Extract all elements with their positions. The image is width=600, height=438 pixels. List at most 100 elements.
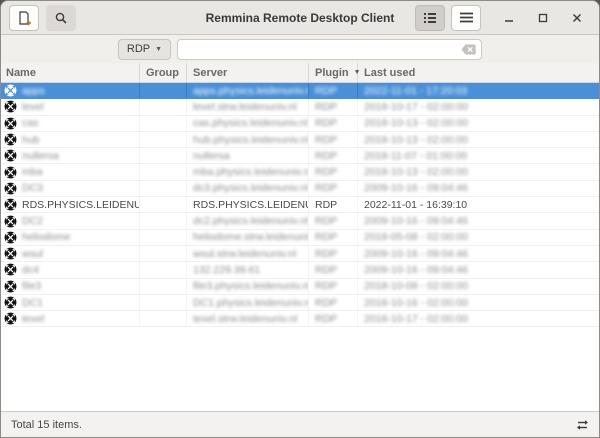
close-button[interactable] <box>563 5 591 31</box>
row-server: mba.physics.leidenuniv.nl <box>193 166 309 178</box>
row-last-used: 2018-10-16 - 02:00:00 <box>364 297 468 309</box>
table-row[interactable]: cas cas.physics.leidenuniv.nl RDP 2018-1… <box>1 116 599 132</box>
search-icon <box>54 11 68 25</box>
row-name: texel <box>22 313 44 325</box>
row-server: cas.physics.leidenuniv.nl <box>193 117 308 129</box>
row-plugin: RDP <box>315 231 337 243</box>
search-input[interactable] <box>183 43 461 55</box>
table-row[interactable]: DC3 dc3.physics.leidenuniv.nl RDP 2009-1… <box>1 181 599 197</box>
headerbar: Remmina Remote Desktop Client <box>1 1 599 35</box>
row-server: RDS.PHYSICS.LEIDENUNIV.NL <box>193 199 309 211</box>
headerbar-left-group <box>9 5 76 31</box>
row-plugin: RDP <box>315 85 337 97</box>
row-server: heliodome.strw.leidenuniv.nl <box>193 231 309 243</box>
row-plugin: RDP <box>315 117 337 129</box>
new-connection-icon <box>16 10 32 26</box>
table-row[interactable]: nullersa nullersa RDP 2018-11-07 - 01:00… <box>1 148 599 164</box>
search-bar: RDP ▼ <box>1 35 599 63</box>
row-last-used: 2018-10-13 - 02:00:00 <box>364 117 468 129</box>
rdp-plugin-icon <box>4 100 17 113</box>
row-plugin: RDP <box>315 150 337 162</box>
row-last-used: 2022-11-01 - 16:39:10 <box>364 199 467 211</box>
search-entry[interactable] <box>177 39 482 60</box>
remmina-window: Remmina Remote Desktop Client <box>0 0 600 438</box>
row-server: wsul.strw.leidenuniv.nl <box>193 248 296 260</box>
row-last-used: 2018-05-08 - 02:00:00 <box>364 231 468 243</box>
column-header-group[interactable]: Group <box>140 63 187 82</box>
row-name: file3 <box>22 280 41 292</box>
rdp-plugin-icon <box>4 280 17 293</box>
row-name: dc4 <box>22 264 39 276</box>
row-plugin: RDP <box>315 134 337 146</box>
row-last-used: 2009-10-16 - 09:04:46 <box>364 264 468 276</box>
row-server: apps.physics.leidenuniv.nl <box>193 85 309 97</box>
row-name: heliodome <box>22 231 70 243</box>
rdp-plugin-icon <box>4 166 17 179</box>
table-row[interactable]: level level.strw.leidenuniv.nl RDP 2018-… <box>1 99 599 115</box>
row-server: file3.physics.leidenuniv.nl <box>193 280 309 292</box>
new-connection-button[interactable] <box>9 5 39 31</box>
rdp-plugin-icon <box>4 133 17 146</box>
row-plugin: RDP <box>315 297 337 309</box>
table-row[interactable]: hub hub.physics.leidenuniv.nl RDP 2018-1… <box>1 132 599 148</box>
table-row[interactable]: heliodome heliodome.strw.leidenuniv.nl R… <box>1 230 599 246</box>
table-row[interactable]: file3 file3.physics.leidenuniv.nl RDP 20… <box>1 279 599 295</box>
minimize-icon <box>504 13 514 23</box>
table-body: apps apps.physics.leidenuniv.nl RDP 2022… <box>1 83 599 411</box>
row-server: DC1.physics.leidenuniv.nl <box>193 297 309 309</box>
row-last-used: 2009-10-16 - 09:04:46 <box>364 248 468 260</box>
row-name: apps <box>22 85 45 97</box>
row-plugin: RDP <box>315 248 337 260</box>
column-header-name[interactable]: Name <box>1 63 140 82</box>
menu-icon <box>460 12 473 23</box>
total-items-label: Total 15 items. <box>11 419 82 431</box>
row-last-used: 2009-10-16 - 09:04:46 <box>364 215 468 227</box>
table-header: Name Group Server Plugin ▼ Last used <box>1 63 599 83</box>
row-name: DC1 <box>22 297 43 309</box>
row-plugin: RDP <box>315 215 337 227</box>
table-row[interactable]: dc4 132.229.39.61 RDP 2009-10-16 - 09:04… <box>1 262 599 278</box>
table-row[interactable]: wsul wsul.strw.leidenuniv.nl RDP 2009-10… <box>1 246 599 262</box>
table-row[interactable]: RDS.PHYSICS.LEIDENUNIV.NL RDS.PHYSICS.LE… <box>1 197 599 213</box>
row-last-used: 2018-10-08 - 02:00:00 <box>364 280 468 292</box>
main-menu-button[interactable] <box>451 5 481 31</box>
row-server: dc2.physics.leidenuniv.nl <box>193 215 308 227</box>
column-header-last-used[interactable]: Last used <box>358 63 599 82</box>
minimize-button[interactable] <box>495 5 523 31</box>
table-row[interactable]: mba mba.physics.leidenuniv.nl RDP 2018-1… <box>1 164 599 180</box>
row-server: hub.physics.leidenuniv.nl <box>193 134 309 146</box>
row-plugin: RDP <box>315 182 337 194</box>
row-name: mba <box>22 166 42 178</box>
row-name: DC2 <box>22 215 43 227</box>
row-server: texel.strw.leidenuniv.nl <box>193 313 297 325</box>
rdp-plugin-icon <box>4 149 17 162</box>
search-toggle-button[interactable] <box>46 5 76 31</box>
column-header-server[interactable]: Server <box>187 63 309 82</box>
row-plugin: RDP <box>315 313 337 325</box>
row-server: 132.229.39.61 <box>193 264 260 276</box>
rdp-plugin-icon <box>4 117 17 130</box>
table-row[interactable]: DC2 dc2.physics.leidenuniv.nl RDP 2009-1… <box>1 213 599 229</box>
table-row[interactable]: apps apps.physics.leidenuniv.nl RDP 2022… <box>1 83 599 99</box>
table-row[interactable]: texel texel.strw.leidenuniv.nl RDP 2018-… <box>1 311 599 327</box>
column-header-plugin[interactable]: Plugin ▼ <box>309 63 358 82</box>
statusbar-swap-icon[interactable] <box>576 419 589 431</box>
row-name: RDS.PHYSICS.LEIDENUNIV.NL <box>22 199 140 211</box>
table-row[interactable]: DC1 DC1.physics.leidenuniv.nl RDP 2018-1… <box>1 295 599 311</box>
list-view-icon <box>423 12 437 24</box>
row-plugin: RDP <box>315 101 337 113</box>
row-name: level <box>22 101 44 113</box>
clear-input-icon[interactable] <box>461 44 476 55</box>
protocol-filter-dropdown[interactable]: RDP ▼ <box>118 39 171 60</box>
list-view-toggle-button[interactable] <box>415 5 445 31</box>
maximize-button[interactable] <box>529 5 557 31</box>
rdp-plugin-icon <box>4 312 17 325</box>
headerbar-right-group <box>415 5 591 31</box>
row-name: DC3 <box>22 182 43 194</box>
row-last-used: 2009-10-16 - 09:04:46 <box>364 182 468 194</box>
row-name: cas <box>22 117 38 129</box>
row-plugin: RDP <box>315 280 337 292</box>
rdp-plugin-icon <box>4 296 17 309</box>
row-name: nullersa <box>22 150 59 162</box>
row-plugin: RDP <box>315 199 337 211</box>
